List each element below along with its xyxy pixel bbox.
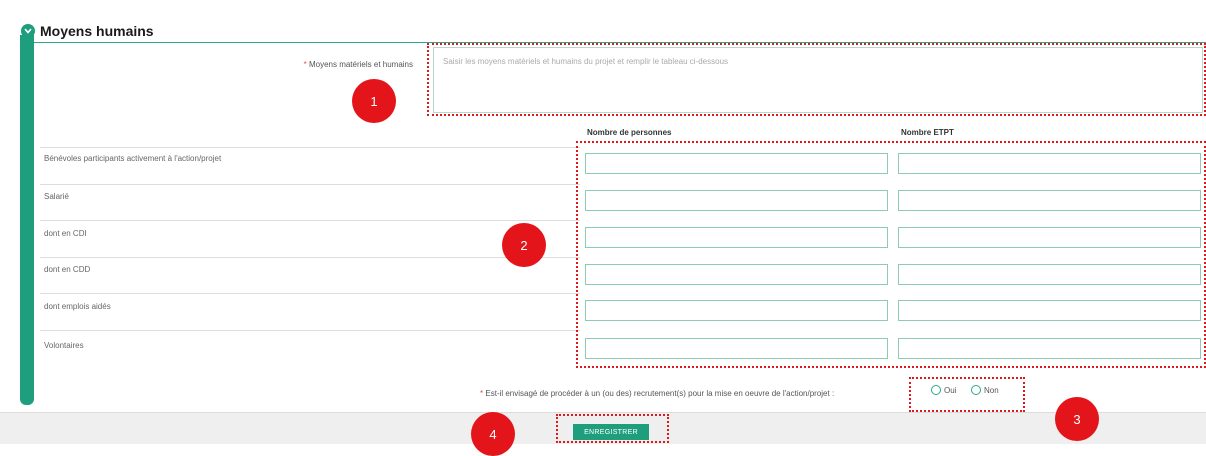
annotation-box-2	[576, 141, 1206, 368]
annotation-box-1	[427, 43, 1206, 116]
required-mark: *	[303, 60, 307, 69]
annotation-badge-4: 4	[471, 412, 515, 456]
row-label-cdd: dont en CDD	[44, 265, 91, 274]
row-divider	[40, 257, 580, 258]
annotation-badge-1: 1	[352, 79, 396, 123]
row-divider	[40, 293, 580, 294]
annotation-box-3	[909, 377, 1025, 412]
recruitment-question-text: Est-il envisagé de procéder à un (ou des…	[485, 389, 835, 398]
row-label-cdi: dont en CDI	[44, 229, 87, 238]
annotation-badge-2: 2	[502, 223, 546, 267]
row-divider	[40, 184, 580, 185]
row-label-benevoles: Bénévoles participants activement à l'ac…	[44, 154, 222, 163]
annotation-badge-3: 3	[1055, 397, 1099, 441]
section-title: Moyens humains	[40, 23, 154, 39]
row-label-emplois-aides: dont emplois aidés	[44, 302, 111, 311]
row-divider	[40, 147, 580, 148]
annotation-box-4	[556, 414, 669, 443]
column-header-persons: Nombre de personnes	[587, 128, 672, 137]
row-divider	[40, 220, 580, 221]
column-header-etpt: Nombre ETPT	[901, 128, 954, 137]
means-field-label-text: Moyens matériels et humains	[308, 60, 413, 69]
row-label-volontaires: Volontaires	[44, 341, 84, 350]
recruitment-question: * Est-il envisagé de procéder à un (ou d…	[480, 389, 834, 398]
row-label-salarie: Salarié	[44, 192, 69, 201]
required-mark: *	[480, 389, 484, 398]
section-accent-bar	[20, 35, 34, 405]
row-divider	[40, 330, 580, 331]
means-field-label: * Moyens matériels et humains	[304, 60, 413, 69]
